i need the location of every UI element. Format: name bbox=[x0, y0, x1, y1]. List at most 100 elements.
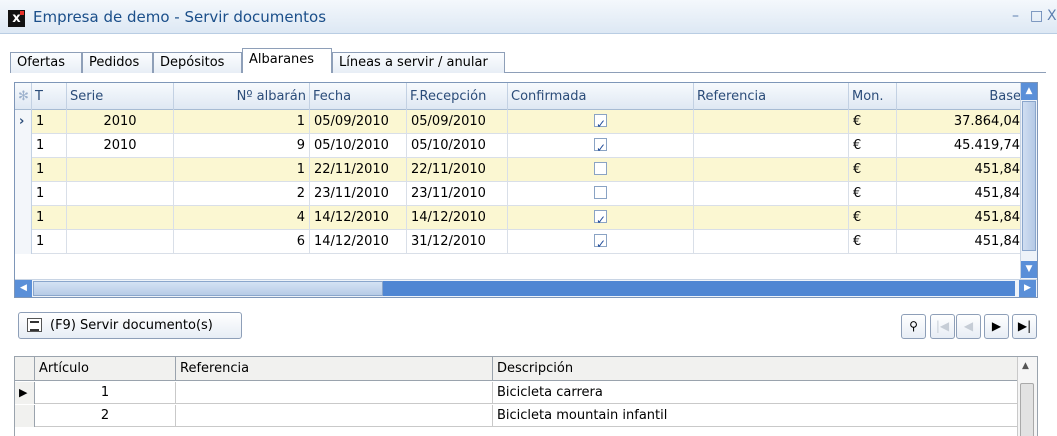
table-row[interactable]: 1 614/12/201031/12/2010 €451,84 bbox=[15, 230, 1025, 254]
cell-descripcion[interactable]: Bicicleta mountain infantil bbox=[493, 405, 1019, 427]
cell-serie[interactable]: 2010 bbox=[67, 134, 174, 158]
col-header-referencia[interactable]: Referencia bbox=[694, 83, 849, 110]
serve-documents-button[interactable]: (F9) Servir documento(s) bbox=[18, 312, 242, 339]
cell-base[interactable]: 451,84 bbox=[897, 230, 1025, 254]
cell-t[interactable]: 1 bbox=[32, 158, 67, 182]
cell-serie[interactable] bbox=[67, 158, 174, 182]
scroll-left-icon[interactable]: ◀ bbox=[15, 280, 32, 297]
cell-moneda[interactable]: € bbox=[849, 182, 897, 206]
list-item[interactable]: 2 Bicicleta mountain infantil bbox=[15, 405, 1019, 427]
checkbox-unchecked[interactable] bbox=[594, 162, 607, 175]
cell-base[interactable]: 37.864,04 bbox=[897, 110, 1025, 134]
last-record-button[interactable]: ▶| bbox=[1012, 314, 1037, 339]
scroll-down-icon[interactable]: ▼ bbox=[1021, 261, 1037, 278]
cell-line-referencia[interactable] bbox=[176, 405, 493, 427]
line-row-indicator[interactable] bbox=[15, 405, 35, 427]
cell-confirmada[interactable] bbox=[508, 134, 694, 158]
table-row[interactable]: 1 2 23/11/2010 23/11/2010 €451,84 bbox=[15, 182, 1025, 206]
cell-moneda[interactable]: € bbox=[849, 230, 897, 254]
cell-num-albaran[interactable]: 1 bbox=[174, 158, 310, 182]
horizontal-scroll-track[interactable] bbox=[383, 281, 1015, 296]
col-header-descripcion[interactable]: Descripción bbox=[493, 357, 1019, 381]
tab-pedidos[interactable]: Pedidos bbox=[82, 52, 153, 73]
cell-frecepcion[interactable]: 14/12/2010 bbox=[407, 206, 508, 230]
cell-num-albaran[interactable]: 6 bbox=[174, 230, 310, 254]
cell-fecha[interactable]: 14/12/2010 bbox=[310, 206, 407, 230]
vertical-scroll-thumb[interactable] bbox=[1022, 101, 1036, 251]
search-button[interactable]: ⚲ bbox=[901, 314, 926, 339]
cell-moneda[interactable]: € bbox=[849, 110, 897, 134]
scroll-right-icon[interactable]: ▶ bbox=[1019, 280, 1036, 297]
cell-articulo[interactable]: 1 bbox=[35, 382, 176, 404]
cell-referencia[interactable] bbox=[694, 206, 849, 230]
lines-vertical-scrollbar[interactable]: ▲ bbox=[1017, 357, 1037, 436]
cell-base[interactable]: 45.419,74 bbox=[897, 134, 1025, 158]
col-header-fecha[interactable]: Fecha bbox=[310, 83, 407, 110]
cell-confirmada[interactable] bbox=[508, 182, 694, 206]
checkbox-checked[interactable] bbox=[594, 208, 607, 230]
cell-referencia[interactable] bbox=[694, 134, 849, 158]
tab-albaranes[interactable]: Albaranes bbox=[242, 48, 332, 73]
checkbox-unchecked[interactable] bbox=[594, 186, 607, 199]
cell-frecepcion[interactable]: 05/09/2010 bbox=[407, 110, 508, 134]
cell-line-referencia[interactable] bbox=[176, 382, 493, 404]
cell-base[interactable]: 451,84 bbox=[897, 158, 1025, 182]
cell-t[interactable]: 1 bbox=[32, 206, 67, 230]
col-header-t[interactable]: T bbox=[32, 83, 67, 110]
cell-serie[interactable] bbox=[67, 230, 174, 254]
cell-fecha[interactable]: 23/11/2010 bbox=[310, 182, 407, 206]
cell-referencia[interactable] bbox=[694, 110, 849, 134]
col-header-articulo[interactable]: Artículo bbox=[35, 357, 176, 381]
cell-t[interactable]: 1 bbox=[32, 230, 67, 254]
cell-referencia[interactable] bbox=[694, 158, 849, 182]
maximize-button[interactable]: □ bbox=[1030, 8, 1043, 24]
row-indicator[interactable] bbox=[15, 134, 32, 158]
close-button[interactable]: X bbox=[1047, 8, 1057, 24]
checkbox-checked[interactable] bbox=[594, 232, 607, 254]
col-header-line-referencia[interactable]: Referencia bbox=[176, 357, 493, 381]
cell-serie[interactable]: 2010 bbox=[67, 110, 174, 134]
table-row[interactable]: 1 1 22/11/2010 22/11/2010 €451,84 bbox=[15, 158, 1025, 182]
grid-corner-icon[interactable]: ✻ bbox=[15, 83, 32, 110]
row-indicator[interactable] bbox=[15, 206, 32, 230]
cell-moneda[interactable]: € bbox=[849, 134, 897, 158]
cell-confirmada[interactable] bbox=[508, 110, 694, 134]
cell-confirmada[interactable] bbox=[508, 206, 694, 230]
lines-scroll-up-icon[interactable]: ▲ bbox=[1022, 361, 1029, 371]
cell-num-albaran[interactable]: 9 bbox=[174, 134, 310, 158]
minimize-button[interactable]: – bbox=[1012, 8, 1019, 24]
table-row[interactable]: 12010905/10/201005/10/2010€45.419,74 bbox=[15, 134, 1025, 158]
col-header-confirmada[interactable]: Confirmada bbox=[508, 83, 694, 110]
horizontal-scroll-thumb[interactable] bbox=[33, 281, 383, 296]
col-header-base[interactable]: Base bbox=[897, 83, 1025, 110]
table-row[interactable]: 1414/12/201014/12/2010€451,84 bbox=[15, 206, 1025, 230]
col-header-moneda[interactable]: Mon. bbox=[849, 83, 897, 110]
cell-t[interactable]: 1 bbox=[32, 134, 67, 158]
grid-vertical-scrollbar[interactable]: ▲ ▼ bbox=[1020, 83, 1037, 279]
col-header-serie[interactable]: Serie bbox=[67, 83, 174, 110]
row-indicator[interactable] bbox=[15, 230, 32, 254]
row-indicator[interactable]: › bbox=[15, 110, 32, 134]
list-item[interactable]: ▶ 1 Bicicleta carrera bbox=[15, 382, 1019, 404]
grid-horizontal-scrollbar[interactable]: ◀ ▶ bbox=[15, 279, 1037, 297]
row-indicator[interactable] bbox=[15, 158, 32, 182]
checkbox-checked[interactable] bbox=[594, 136, 607, 158]
cell-serie[interactable] bbox=[67, 182, 174, 206]
line-row-indicator[interactable]: ▶ bbox=[15, 382, 35, 404]
cell-num-albaran[interactable]: 4 bbox=[174, 206, 310, 230]
lines-scroll-thumb[interactable] bbox=[1020, 383, 1034, 436]
row-indicator[interactable] bbox=[15, 182, 32, 206]
cell-frecepcion[interactable]: 22/11/2010 bbox=[407, 158, 508, 182]
previous-record-button[interactable]: ◀ bbox=[956, 314, 981, 339]
cell-articulo[interactable]: 2 bbox=[35, 405, 176, 427]
scroll-up-icon[interactable]: ▲ bbox=[1021, 83, 1037, 100]
table-row[interactable]: ›12010105/09/201005/09/2010€37.864,04 bbox=[15, 110, 1025, 134]
cell-frecepcion[interactable]: 31/12/2010 bbox=[407, 230, 508, 254]
cell-num-albaran[interactable]: 2 bbox=[174, 182, 310, 206]
tab-lineas-servir-anular[interactable]: Líneas a servir / anular bbox=[332, 52, 505, 73]
cell-moneda[interactable]: € bbox=[849, 206, 897, 230]
cell-t[interactable]: 1 bbox=[32, 110, 67, 134]
cell-base[interactable]: 451,84 bbox=[897, 206, 1025, 230]
cell-fecha[interactable]: 05/09/2010 bbox=[310, 110, 407, 134]
cell-fecha[interactable]: 05/10/2010 bbox=[310, 134, 407, 158]
